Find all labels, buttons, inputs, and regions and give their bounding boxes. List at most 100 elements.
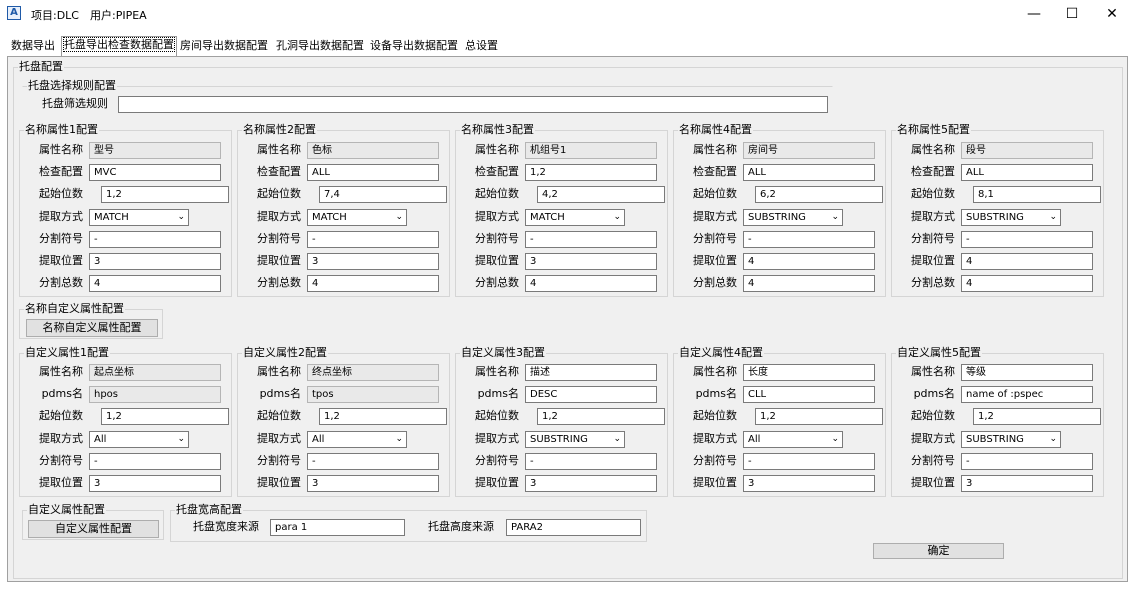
name-attr-2-total-input[interactable]: 4 [307,275,439,293]
name-attr-4-sep-input[interactable]: - [743,230,875,248]
name-attr-1-sep-input[interactable]: - [89,230,221,248]
name-attr-3-total-input[interactable]: 4 [525,275,657,293]
name-attr-1-pos-input[interactable]: 3 [89,253,221,270]
custom-attr-4-sep-input[interactable]: - [743,452,875,470]
name-attr-2-method-select[interactable]: MATCH ⌄ [307,208,407,226]
custom-attr-4-pos-input[interactable]: 3 [743,475,875,492]
name-attr-5-sep-input[interactable]: - [961,230,1093,248]
name-attr-3-check-input[interactable]: 1,2 [525,164,657,182]
tab-equipment-export[interactable]: 设备导出数据配置 [368,38,460,56]
name-attr-2-sep-input[interactable]: - [307,230,439,248]
custom-attr-1-name-input[interactable]: 起点坐标 [89,364,221,381]
custom-attr-4-pdms-input[interactable]: CLL [743,386,875,404]
custom-attr-3-sep-input[interactable]: - [525,452,657,470]
name-attr-4-method-select[interactable]: SUBSTRING ⌄ [743,208,843,226]
custom-attr-4-title: 自定义属性4配置 [678,346,764,359]
chevron-down-icon: ⌄ [1049,211,1057,222]
name-attr-1-check-input[interactable]: MVC [89,164,221,182]
name-attr-5-method-label: 提取方式 [911,209,955,223]
custom-attr-4-name-input[interactable]: 长度 [743,364,875,381]
custom-attr-3-pdms-input[interactable]: DESC [525,386,657,404]
name-attr-3-total-label: 分割总数 [475,276,519,290]
name-attr-2-name-input[interactable]: 色标 [307,142,439,159]
custom-attr-5-sep-input[interactable]: - [961,452,1093,470]
tab-data-export[interactable]: 数据导出 [9,38,57,56]
custom-attr-1-title: 自定义属性1配置 [24,346,110,359]
name-attr-1-total-input[interactable]: 4 [89,275,221,293]
name-attr-2-method-label: 提取方式 [257,209,301,223]
custom-config-button[interactable]: 自定义属性配置 [28,520,159,538]
name-attr-4-pos-input[interactable]: 4 [743,253,875,270]
tray-height-input[interactable]: PARA2 [506,519,641,536]
name-custom-config-button[interactable]: 名称自定义属性配置 [26,319,158,337]
custom-attr-5-method-select[interactable]: SUBSTRING ⌄ [961,430,1061,448]
maximize-button[interactable]: ☐ [1052,0,1092,28]
custom-attr-2-pos-label: 提取位置 [257,476,301,489]
tray-width-input[interactable]: para 1 [270,519,405,536]
name-attr-5-check-input[interactable]: ALL [961,164,1093,182]
name-attr-5-total-label: 分割总数 [911,276,955,290]
close-button[interactable]: ✕ [1092,0,1132,28]
tray-size-title: 托盘宽高配置 [175,503,243,516]
name-attr-4-sep-label: 分割符号 [693,231,737,245]
name-attr-2-check-label: 检查配置 [257,165,301,179]
custom-attr-2-name-input[interactable]: 终点坐标 [307,364,439,381]
name-attr-3-start-input[interactable]: 4,2 [537,186,665,204]
name-attr-5-start-input[interactable]: 8,1 [973,186,1101,204]
custom-attr-4-start-label: 起始位数 [693,409,737,423]
name-attr-1-total-label: 分割总数 [39,276,83,290]
custom-attr-1-method-select[interactable]: All ⌄ [89,430,189,448]
custom-attr-2-sep-input[interactable]: - [307,452,439,470]
name-attr-4-name-input[interactable]: 房间号 [743,142,875,159]
tab-room-export[interactable]: 房间导出数据配置 [178,38,270,56]
name-attr-3-method-select[interactable]: MATCH ⌄ [525,208,625,226]
tab-general-settings[interactable]: 总设置 [463,38,500,56]
name-attr-4-total-input[interactable]: 4 [743,275,875,293]
custom-attr-3-start-input[interactable]: 1,2 [537,408,665,426]
name-attr-5-method-select[interactable]: SUBSTRING ⌄ [961,208,1061,226]
name-attr-4-check-input[interactable]: ALL [743,164,875,182]
custom-attr-5-pos-input[interactable]: 3 [961,475,1093,492]
custom-attr-5-name-input[interactable]: 等级 [961,364,1093,381]
custom-attr-2-start-input[interactable]: 1,2 [319,408,447,426]
name-attr-3-sep-input[interactable]: - [525,230,657,248]
name-attr-4-start-input[interactable]: 6,2 [755,186,883,204]
minimize-button[interactable]: — [1014,0,1054,28]
name-attr-1-method-select[interactable]: MATCH ⌄ [89,208,189,226]
custom-attr-4-start-input[interactable]: 1,2 [755,408,883,426]
custom-attr-3-pos-input[interactable]: 3 [525,475,657,492]
custom-attr-5-start-input[interactable]: 1,2 [973,408,1101,426]
name-attr-2-pos-input[interactable]: 3 [307,253,439,270]
custom-attr-4-method-select[interactable]: All ⌄ [743,430,843,448]
name-attr-3-name-input[interactable]: 机组号1 [525,142,657,159]
name-attr-5-pos-input[interactable]: 4 [961,253,1093,270]
custom-attr-1-sep-input[interactable]: - [89,452,221,470]
name-attr-1-name-input[interactable]: 型号 [89,142,221,159]
name-attr-5-sep-label: 分割符号 [911,231,955,245]
custom-attr-2-method-select[interactable]: All ⌄ [307,430,407,448]
custom-attr-1-pdms-input[interactable]: hpos [89,386,221,404]
custom-attr-5-start-label: 起始位数 [911,409,955,423]
name-attr-5-name-input[interactable]: 段号 [961,142,1093,159]
custom-attr-3-method-select[interactable]: SUBSTRING ⌄ [525,430,625,448]
name-attr-3-name-label: 属性名称 [475,143,519,156]
confirm-button[interactable]: 确定 [873,543,1004,559]
name-attr-1-start-input[interactable]: 1,2 [101,186,229,204]
name-attr-3-pos-input[interactable]: 3 [525,253,657,270]
tab-hole-export[interactable]: 孔洞导出数据配置 [274,38,366,56]
custom-attr-5-pdms-input[interactable]: name of :pspec [961,386,1093,404]
custom-attr-2-pos-input[interactable]: 3 [307,475,439,492]
custom-attr-2-pdms-input[interactable]: tpos [307,386,439,404]
custom-attr-3-name-input[interactable]: 描述 [525,364,657,381]
name-attr-1-check-label: 检查配置 [39,165,83,179]
custom-attr-1-start-input[interactable]: 1,2 [101,408,229,426]
name-attr-2-start-label: 起始位数 [257,187,301,201]
tab-tray-export-check[interactable]: 托盘导出检查数据配置 [61,36,177,56]
custom-attr-1-pos-input[interactable]: 3 [89,475,221,492]
custom-attr-5-method-label: 提取方式 [911,431,955,445]
rule-label: 托盘筛选规则 [42,97,108,110]
name-attr-5-total-input[interactable]: 4 [961,275,1093,293]
name-attr-2-check-input[interactable]: ALL [307,164,439,182]
name-attr-2-start-input[interactable]: 7,4 [319,186,447,204]
rule-input[interactable] [118,96,828,113]
